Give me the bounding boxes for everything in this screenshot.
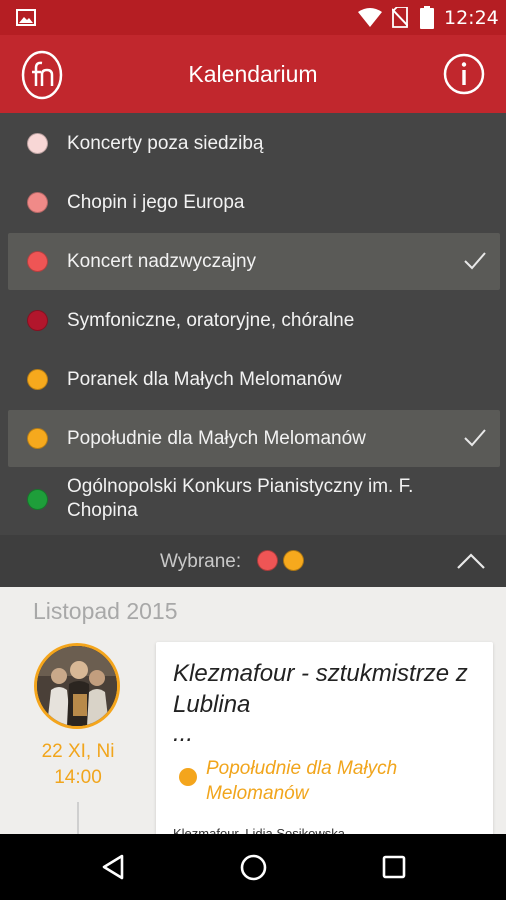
filter-label: Ogólnopolski Konkurs Pianistyczny im. F.…	[67, 476, 414, 521]
status-time: 12:24	[444, 7, 499, 29]
filter-label: Poranek dla Małych Melomanów	[67, 369, 342, 390]
category-color-dot	[27, 310, 48, 331]
event-category-dot	[179, 768, 197, 786]
filter-item-chopin-i-jego-europa[interactable]: Chopin i jego Europa	[8, 174, 500, 231]
event-card[interactable]: Klezmafour - sztukmistrze z Lublina ... …	[156, 642, 493, 834]
battery-icon	[420, 6, 434, 29]
category-color-dot	[27, 369, 48, 390]
wifi-icon	[358, 8, 382, 27]
filter-label: Chopin i jego Europa	[67, 192, 245, 213]
event-title-ellipsis: ...	[173, 720, 194, 747]
no-sim-icon	[392, 7, 408, 28]
event-time: 14:00	[54, 767, 102, 788]
event-category: Popołudnie dla Małych Melomanów	[206, 758, 398, 804]
event-datetime: 22 XI, Ni 14:00	[18, 739, 138, 791]
filter-label: Popołudnie dla Małych Melomanów	[67, 428, 366, 449]
category-color-dot	[27, 251, 48, 272]
filter-label: Koncerty poza siedzibą	[67, 133, 264, 154]
chevron-up-icon[interactable]	[456, 552, 486, 570]
filter-item-popoludnie[interactable]: Popołudnie dla Małych Melomanów	[8, 410, 500, 467]
status-bar: 12:24	[0, 0, 506, 35]
category-filter-list: Koncerty poza siedzibą Chopin i jego Eur…	[0, 113, 506, 535]
filter-item-koncert-nadzwyczajny[interactable]: Koncert nadzwyczajny	[8, 233, 500, 290]
selected-color-dot	[257, 550, 278, 571]
month-header: Listopad 2015	[33, 598, 178, 624]
recent-apps-icon[interactable]	[382, 855, 406, 879]
back-icon[interactable]	[100, 854, 126, 880]
timeline-line	[77, 802, 79, 834]
category-color-dot	[27, 489, 48, 510]
filter-label: Symfoniczne, oratoryjne, chóralne	[67, 310, 355, 331]
system-nav-bar	[0, 834, 506, 900]
filter-item-koncerty-poza-siedziba[interactable]: Koncerty poza siedzibą	[8, 115, 500, 172]
band-photo	[37, 646, 117, 726]
app-bar: Kalendarium	[0, 35, 506, 113]
selected-color-dot	[283, 550, 304, 571]
filter-item-poranek[interactable]: Poranek dla Małych Melomanów	[8, 351, 500, 408]
page-title: Kalendarium	[188, 61, 318, 87]
filter-label: Koncert nadzwyczajny	[67, 251, 257, 272]
gallery-icon	[16, 9, 36, 26]
event-description: Klezmafour, Lidia Sosikowska	[173, 826, 345, 834]
selected-label: Wybrane:	[160, 551, 242, 572]
event-title: Klezmafour - sztukmistrze z Lublina	[173, 660, 468, 718]
check-icon	[464, 429, 486, 447]
category-color-dot	[27, 428, 48, 449]
filter-item-konkurs-chopinowski[interactable]: Ogólnopolski Konkurs Pianistyczny im. F.…	[8, 469, 500, 529]
check-icon	[464, 252, 486, 270]
event-avatar[interactable]	[34, 643, 120, 729]
filter-item-symfoniczne[interactable]: Symfoniczne, oratoryjne, chóralne	[8, 292, 500, 349]
home-icon[interactable]	[240, 854, 267, 881]
category-color-dot	[27, 192, 48, 213]
info-icon[interactable]	[443, 53, 485, 95]
selected-filters-bar[interactable]: Wybrane:	[0, 535, 506, 587]
event-list: Listopad 2015 22 XI, Ni 14:00 Klezmafour…	[0, 587, 506, 834]
category-color-dot	[27, 133, 48, 154]
event-date: 22 XI, Ni	[41, 741, 115, 762]
